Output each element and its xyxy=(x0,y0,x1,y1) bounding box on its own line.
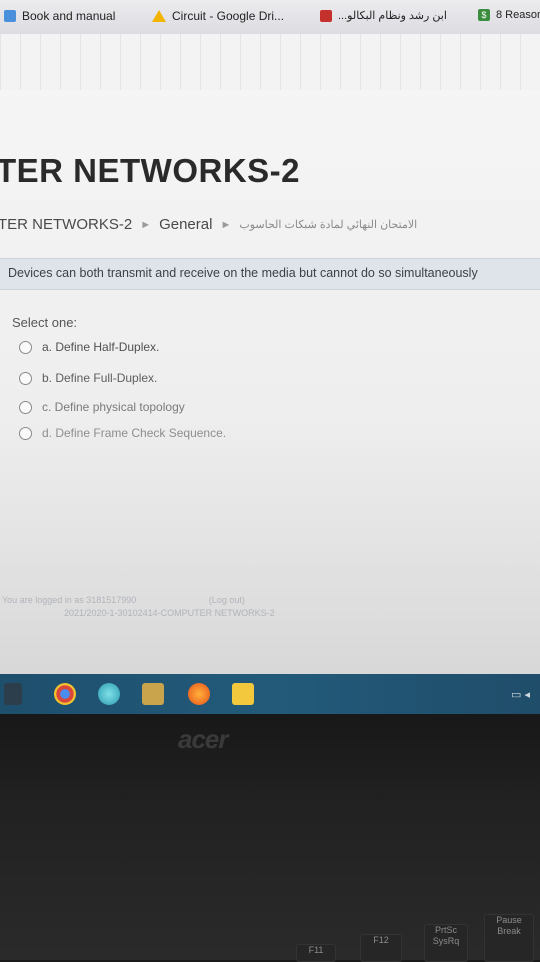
chrome-icon[interactable] xyxy=(54,683,76,705)
login-info: You are logged in as 3181517990 (Log out… xyxy=(2,594,422,620)
course-title: TER NETWORKS-2 xyxy=(0,152,300,189)
radio-button[interactable] xyxy=(19,400,32,414)
breadcrumb-section[interactable]: General xyxy=(159,216,212,233)
breadcrumb-course[interactable]: TER NETWORKS-2 xyxy=(0,216,132,233)
edge-icon[interactable] xyxy=(98,683,120,705)
firefox-icon[interactable] xyxy=(188,683,210,705)
key-label: F12 xyxy=(373,935,389,945)
answer-option-c[interactable]: c. Define physical topology xyxy=(19,400,185,414)
brand-logo: acer xyxy=(178,724,228,754)
breadcrumb-separator-icon: ► xyxy=(220,218,232,231)
page-header-strip xyxy=(0,34,540,90)
bookmark-circuit-drive[interactable]: Circuit - Google Dri... xyxy=(152,9,284,23)
taskbar: ▭ ◂ xyxy=(0,674,540,714)
answer-option-a[interactable]: a. Define Half-Duplex. xyxy=(19,340,159,354)
key-label: Break xyxy=(497,926,521,936)
bookmarks-bar: Book and manual Circuit - Google Dri... … xyxy=(0,0,540,34)
bookmark-label: Book and manual xyxy=(22,9,116,23)
key-label: Pause xyxy=(496,915,522,925)
answer-option-label: a. Define Half-Duplex. xyxy=(42,340,160,354)
task-view-icon[interactable] xyxy=(4,683,22,705)
notification-tray-icon[interactable]: ▭ ◂ xyxy=(511,688,530,701)
answer-option-label: d. Define Frame Check Sequence. xyxy=(42,426,227,440)
breadcrumb: TER NETWORKS-2 ► General ► الامتحان النه… xyxy=(0,216,540,233)
youtube-icon xyxy=(320,9,332,22)
answer-option-label: b. Define Full-Duplex. xyxy=(42,371,158,385)
select-one-label: Select one: xyxy=(12,315,78,330)
answer-option-label: c. Define physical topology xyxy=(42,400,185,414)
key-label: SysRq xyxy=(432,936,460,946)
breadcrumb-separator-icon: ► xyxy=(140,218,152,231)
s-icon: $ xyxy=(478,9,490,21)
store-icon[interactable] xyxy=(232,683,254,705)
radio-button[interactable] xyxy=(19,340,32,354)
login-line: You are logged in as 3181517990 xyxy=(2,595,137,605)
question-text: Devices can both transmit and receive on… xyxy=(8,266,478,280)
question-box: Devices can both transmit and receive on… xyxy=(0,258,540,290)
book-icon xyxy=(4,10,16,22)
bookmark-book-and-manual[interactable]: Book and manual xyxy=(4,9,115,23)
quiz-page: TER NETWORKS-2 TER NETWORKS-2 ► General … xyxy=(0,34,540,674)
key-f12: F12 xyxy=(360,934,402,962)
course-footer-line: 2021/2020-1-30102414-COMPUTER NETWORKS-2 xyxy=(64,608,275,618)
bookmark-label: 8 Reason xyxy=(496,9,540,21)
key-label: PrtSc xyxy=(434,925,457,935)
breadcrumb-quiz[interactable]: الامتحان النهائي لمادة شبكات الحاسوب xyxy=(239,218,417,231)
bookmark-label: ابن رشد ونظام البكالو... xyxy=(338,10,447,22)
key-pause: Pause Break xyxy=(484,914,534,962)
key-f11: F11 xyxy=(296,944,336,962)
radio-button[interactable] xyxy=(19,426,32,440)
key-prtsc: PrtSc SysRq xyxy=(424,924,468,962)
key-label: F11 xyxy=(308,945,324,955)
file-explorer-icon[interactable] xyxy=(142,683,164,705)
google-drive-icon xyxy=(152,10,166,22)
bookmark-ibn-rushd[interactable]: ابن رشد ونظام البكالو... xyxy=(320,9,447,22)
answer-option-d[interactable]: d. Define Frame Check Sequence. xyxy=(19,426,226,440)
bookmark-8-reason[interactable]: $ 8 Reason xyxy=(478,9,540,21)
answer-option-b[interactable]: b. Define Full-Duplex. xyxy=(19,371,157,385)
logout-link[interactable]: (Log out) xyxy=(209,595,245,605)
bookmark-label: Circuit - Google Dri... xyxy=(172,9,285,23)
radio-button[interactable] xyxy=(19,371,32,385)
